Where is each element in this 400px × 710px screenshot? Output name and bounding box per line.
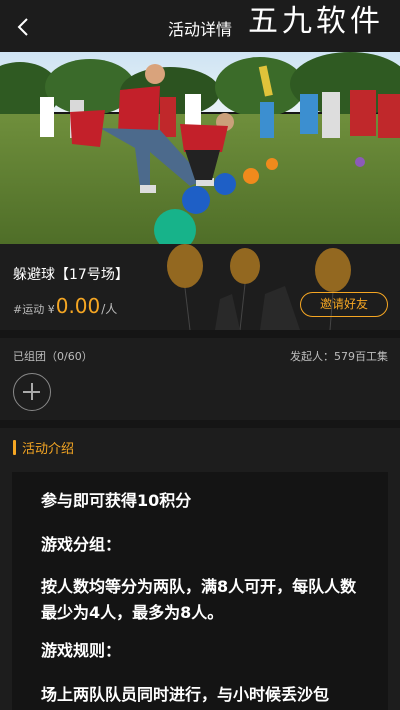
intro-line: 游戏规则： <box>41 641 122 660</box>
groups-count-label: 已组团（0/60） <box>13 350 93 363</box>
groups-section: 已组团（0/60） 发起人： 579百工集 <box>0 338 400 420</box>
price-value: 0.00 <box>55 294 101 318</box>
activity-intro-section: 活动介绍 参与即可获得10积分 游戏分组： 按人数均等分为两队，满8人可开，每队… <box>0 428 400 710</box>
price-row: #运动 ¥ 0.00 /人 <box>13 294 117 318</box>
price-category: #运动 ¥ <box>13 303 55 316</box>
event-info-section: 躲避球【17号场】 #运动 ¥ 0.00 /人 邀请好友 <box>0 244 400 330</box>
balloon-decoration <box>167 244 351 330</box>
intro-line: 游戏分组： <box>41 535 122 554</box>
initiator-label: 发起人： <box>290 350 334 363</box>
initiator-name: 579百工集 <box>334 350 388 363</box>
watermark-text: 五九软件 <box>248 4 384 39</box>
add-group-button[interactable] <box>13 373 51 411</box>
intro-line: 按人数均等分为两队，满8人可开，每队人数最少为4人，最多为8人。 <box>41 577 357 622</box>
price-unit: /人 <box>101 302 118 316</box>
section-marker <box>13 440 16 455</box>
intro-line: 参与即可获得10积分 <box>41 491 192 510</box>
intro-line: 场上两队队员同时进行，与小时候丢沙包 <box>41 685 330 704</box>
initiator-info: 发起人： 579百工集 <box>290 348 388 364</box>
invite-friends-button[interactable]: 邀请好友 <box>300 292 388 317</box>
event-photo <box>0 52 400 244</box>
intro-header: 活动介绍 <box>13 438 74 457</box>
top-bar: 活动详情 五九软件 <box>0 0 400 52</box>
event-name: 躲避球【17号场】 <box>13 267 129 283</box>
intro-title: 活动介绍 <box>22 442 75 457</box>
